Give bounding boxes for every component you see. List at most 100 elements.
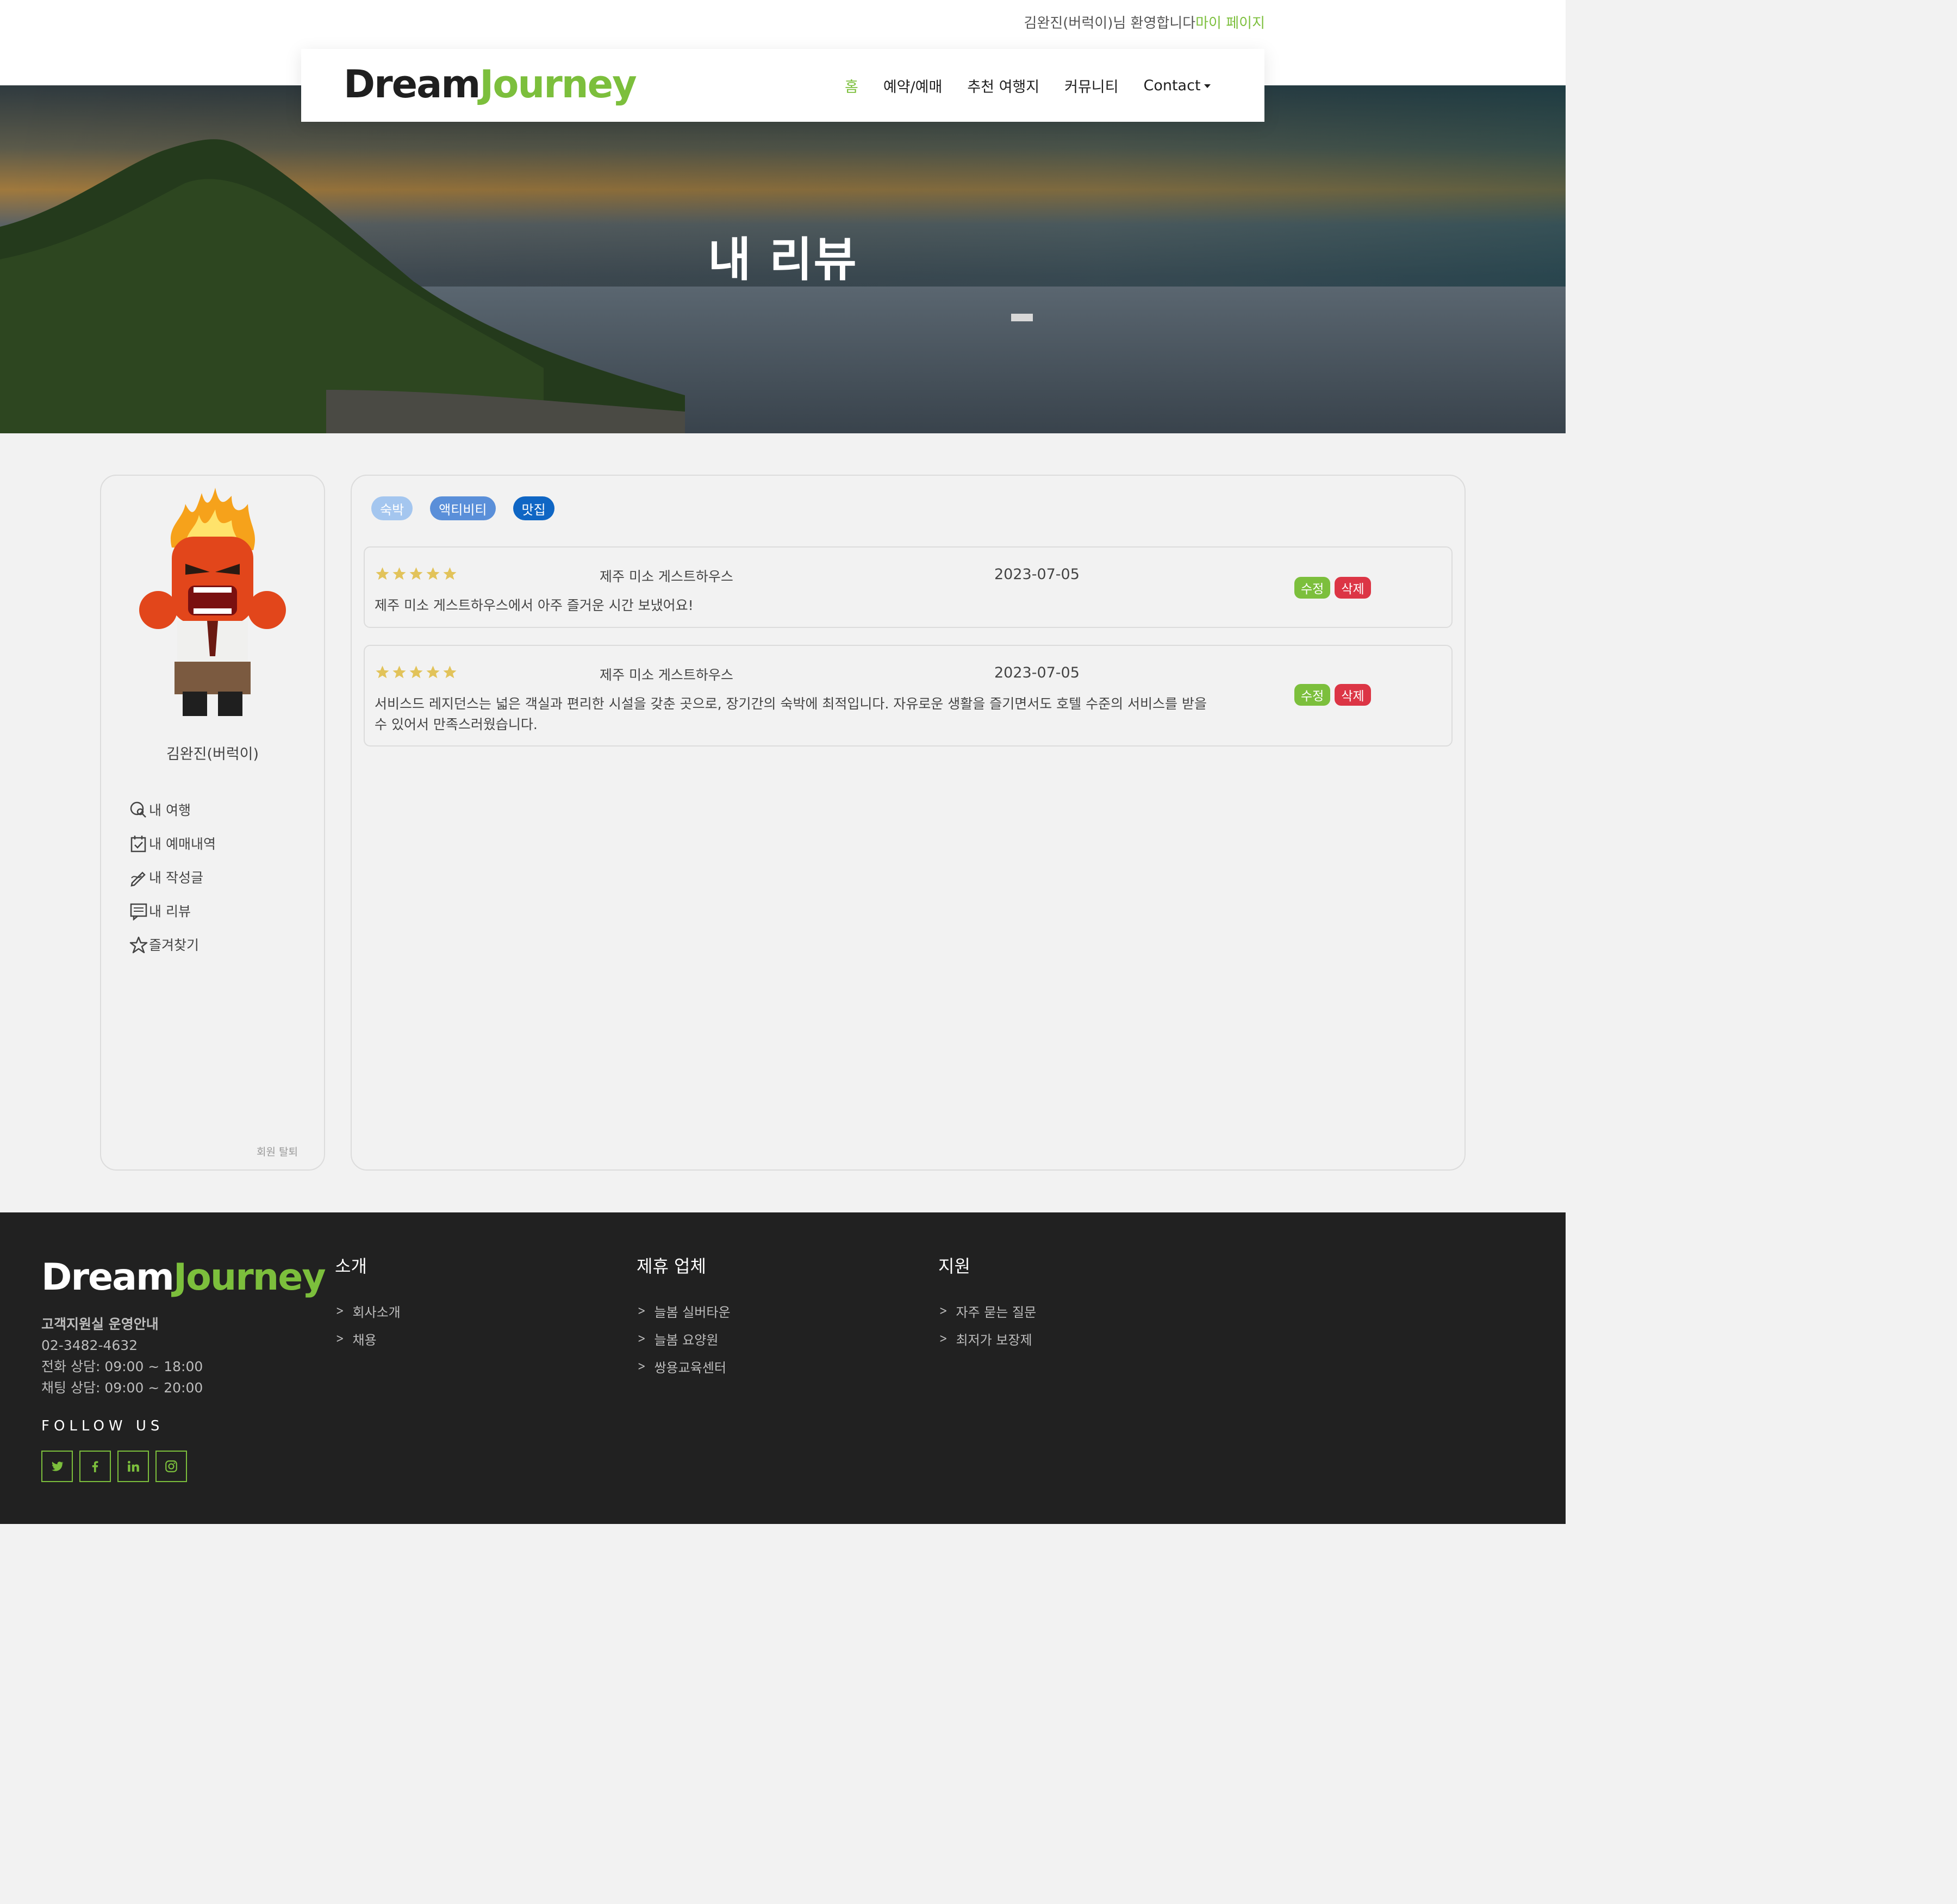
star-icon bbox=[443, 567, 457, 580]
review-place: 제주 미소 게스트하우스 bbox=[600, 667, 733, 683]
footer-link-label: 채용 bbox=[352, 1333, 377, 1348]
menu-my-posts-label: 내 작성글 bbox=[149, 870, 203, 886]
footer-column-partners: 제휴 업체 > 늘봄 실버타운 > 늘봄 요양원 > 쌍용교육센터 bbox=[637, 1253, 731, 1380]
review-content: 서비스드 레지던스는 넓은 객실과 편리한 시설을 갖춘 곳으로, 장기간의 숙… bbox=[375, 696, 1207, 732]
support-call-hours: 전화 상담: 09:00 ~ 18:00 bbox=[41, 1359, 203, 1374]
menu-my-bookings[interactable]: 내 예매내역 bbox=[129, 819, 216, 853]
pen-icon bbox=[130, 872, 146, 887]
star-rating bbox=[375, 664, 458, 680]
filter-lodging[interactable]: 숙박 bbox=[371, 496, 413, 520]
search-globe-icon bbox=[130, 801, 146, 818]
menu-my-posts[interactable]: 내 작성글 bbox=[129, 853, 216, 887]
social-links bbox=[41, 1451, 187, 1482]
footer-link[interactable]: > 늘봄 요양원 bbox=[637, 1325, 731, 1353]
nav-home[interactable]: 홈 bbox=[845, 75, 858, 96]
footer-link-label: 최저가 보장제 bbox=[956, 1333, 1032, 1348]
menu-favorites[interactable]: 즐겨찾기 bbox=[129, 920, 216, 954]
star-icon bbox=[426, 567, 440, 580]
profile-menu: 내 여행 내 예매내역 내 작성글 내 리뷰 즐겨찾기 bbox=[129, 786, 216, 954]
mypage-link[interactable]: 마이 페이지 bbox=[1195, 15, 1265, 32]
menu-my-trips[interactable]: 내 여행 bbox=[129, 786, 216, 819]
support-info: 고객지원실 운영안내 02-3482-4632 전화 상담: 09:00 ~ 1… bbox=[41, 1314, 203, 1398]
review-actions: 수정 삭제 bbox=[1294, 577, 1371, 599]
footer-link[interactable]: > 회사소개 bbox=[335, 1297, 401, 1325]
nav-community[interactable]: 커뮤니티 bbox=[1064, 75, 1118, 96]
delete-button[interactable]: 삭제 bbox=[1335, 577, 1371, 599]
caret-down-icon bbox=[1204, 84, 1211, 88]
facebook-link[interactable] bbox=[79, 1451, 111, 1482]
nav-booking[interactable]: 예약/예매 bbox=[883, 75, 942, 96]
footer-column-title: 지원 bbox=[938, 1256, 970, 1277]
chevron-right-icon: > bbox=[637, 1360, 646, 1373]
logo-dream: Dream bbox=[344, 62, 481, 107]
logo[interactable]: DreamJourney bbox=[344, 62, 637, 107]
category-filters: 숙박 액티비티 맛집 bbox=[371, 496, 554, 520]
twitter-link[interactable] bbox=[41, 1451, 73, 1482]
edit-button[interactable]: 수정 bbox=[1294, 577, 1331, 599]
facebook-icon bbox=[92, 1461, 98, 1472]
twitter-icon bbox=[52, 1461, 64, 1471]
star-icon bbox=[376, 665, 389, 679]
footer-link-label: 회사소개 bbox=[352, 1305, 401, 1320]
menu-my-reviews[interactable]: 내 리뷰 bbox=[129, 887, 216, 920]
welcome-text: 김완진(버럭이)님 환영합니다마이 페이지 bbox=[1024, 12, 1265, 32]
star-icon bbox=[443, 665, 457, 679]
star-icon bbox=[376, 567, 389, 580]
hero-banner: 내 리뷰 bbox=[0, 85, 1566, 433]
chevron-right-icon: > bbox=[939, 1332, 948, 1346]
delete-button[interactable]: 삭제 bbox=[1335, 684, 1371, 706]
nav-contact-dropdown[interactable]: Contact bbox=[1143, 77, 1211, 94]
footer-link-label: 늘봄 요양원 bbox=[654, 1333, 719, 1348]
star-icon bbox=[409, 567, 423, 580]
follow-us-label: FOLLOW US bbox=[41, 1418, 164, 1434]
logo-journey: Journey bbox=[479, 62, 637, 107]
nav-menu: 홈 예약/예매 추천 여행지 커뮤니티 Contact bbox=[845, 49, 1211, 122]
footer-link[interactable]: > 쌍용교육센터 bbox=[637, 1353, 731, 1380]
footer-column-title: 소개 bbox=[335, 1256, 367, 1277]
chevron-right-icon: > bbox=[335, 1304, 344, 1318]
footer-column-title: 제휴 업체 bbox=[637, 1256, 706, 1277]
review-place: 제주 미소 게스트하우스 bbox=[600, 569, 733, 584]
footer: DreamJourney 고객지원실 운영안내 02-3482-4632 전화 … bbox=[0, 1212, 1566, 1524]
edit-button[interactable]: 수정 bbox=[1294, 684, 1331, 706]
star-icon bbox=[392, 567, 406, 580]
footer-link-label: 자주 묻는 질문 bbox=[956, 1305, 1037, 1320]
nav-recommended[interactable]: 추천 여행지 bbox=[967, 75, 1039, 96]
review-card: 제주 미소 게스트하우스 2023-07-05 서비스드 레지던스는 넓은 객실… bbox=[364, 645, 1453, 746]
review-card: 제주 미소 게스트하우스 2023-07-05 제주 미소 게스트하우스에서 아… bbox=[364, 546, 1453, 628]
filter-activity[interactable]: 액티비티 bbox=[430, 496, 496, 520]
chevron-right-icon: > bbox=[637, 1332, 646, 1346]
footer-link-label: 쌍용교육센터 bbox=[654, 1360, 726, 1376]
support-phone: 02-3482-4632 bbox=[41, 1337, 138, 1353]
withdraw-link[interactable]: 회원 탈퇴 bbox=[257, 1144, 298, 1159]
support-title: 고객지원실 운영안내 bbox=[41, 1316, 159, 1332]
footer-column-support: 지원 > 자주 묻는 질문 > 최저가 보장제 bbox=[938, 1253, 1036, 1353]
footer-logo-dream: Dream bbox=[41, 1256, 174, 1299]
profile-username: 김완진(버럭이) bbox=[166, 746, 259, 763]
review-content: 제주 미소 게스트하우스에서 아주 즐거운 시간 보냈어요! bbox=[375, 598, 694, 613]
chat-list-icon bbox=[130, 903, 147, 920]
menu-my-reviews-label: 내 리뷰 bbox=[149, 904, 191, 919]
filter-restaurant[interactable]: 맛집 bbox=[513, 496, 554, 520]
star-outline-icon bbox=[129, 936, 148, 954]
linkedin-link[interactable] bbox=[117, 1451, 149, 1482]
footer-link[interactable]: > 늘봄 실버타운 bbox=[637, 1297, 731, 1325]
navbar: DreamJourney 홈 예약/예매 추천 여행지 커뮤니티 Contact bbox=[301, 49, 1264, 122]
footer-link[interactable]: > 최저가 보장제 bbox=[938, 1325, 1036, 1353]
review-date: 2023-07-05 bbox=[994, 566, 1080, 583]
page-title: 내 리뷰 bbox=[708, 233, 858, 287]
menu-favorites-label: 즐겨찾기 bbox=[149, 937, 200, 953]
reviews-panel: 숙박 액티비티 맛집 제주 미소 게스트하우스 2023-07-05 제주 미소… bbox=[351, 475, 1466, 1171]
chevron-right-icon: > bbox=[335, 1332, 344, 1346]
footer-link[interactable]: > 자주 묻는 질문 bbox=[938, 1297, 1036, 1325]
instagram-icon bbox=[165, 1460, 177, 1472]
menu-my-bookings-label: 내 예매내역 bbox=[149, 836, 216, 852]
star-icon bbox=[426, 665, 440, 679]
review-actions: 수정 삭제 bbox=[1294, 684, 1371, 706]
star-rating bbox=[375, 566, 458, 582]
footer-link[interactable]: > 채용 bbox=[335, 1325, 401, 1353]
instagram-link[interactable] bbox=[155, 1451, 187, 1482]
avatar bbox=[139, 488, 286, 716]
footer-logo[interactable]: DreamJourney bbox=[41, 1256, 326, 1299]
profile-sidebar: 김완진(버럭이) 내 여행 내 예매내역 내 작성글 내 리뷰 즐겨찾기 회원 … bbox=[100, 475, 325, 1171]
